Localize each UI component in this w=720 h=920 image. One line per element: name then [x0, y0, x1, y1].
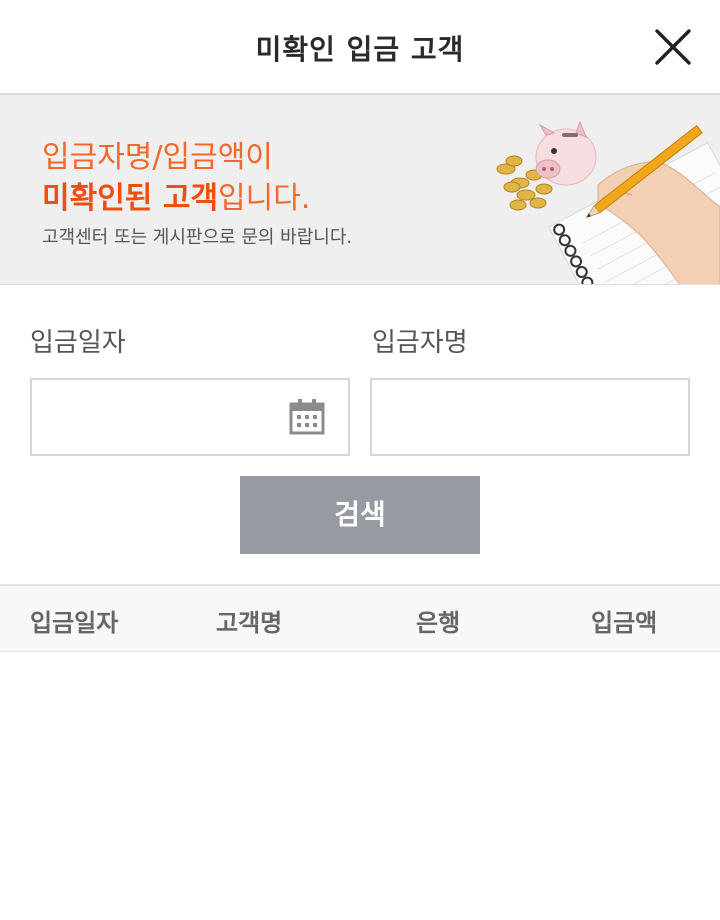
column-header-deposit-date: 입금일자 — [30, 609, 119, 637]
banner-line-1: 입금자명/입금액이 — [42, 140, 273, 175]
depositor-name-field[interactable] — [370, 378, 690, 456]
info-banner: 입금자명/입금액이 미확인된 고객입니다. 고객센터 또는 게시판으로 문의 바… — [0, 95, 720, 285]
banner-line-2: 미확인된 고객입니다. — [42, 173, 310, 217]
header: 미확인 입금 고객 — [0, 0, 720, 95]
deposit-date-field[interactable] — [30, 378, 350, 456]
piggy-bank-illustration — [496, 120, 720, 284]
column-header-bank: 은행 — [416, 609, 461, 637]
column-header-amount: 입금액 — [591, 609, 658, 637]
close-button[interactable] — [650, 26, 696, 70]
column-header-customer-name: 고객명 — [216, 609, 283, 637]
search-button[interactable]: 검색 — [240, 476, 480, 554]
banner-line-2-rest: 입니다. — [218, 181, 311, 216]
page-title: 미확인 입금 고객 — [255, 33, 465, 66]
depositor-name-label: 입금자명 — [372, 328, 468, 358]
close-icon — [655, 29, 691, 65]
table-header: 입금일자 고객명 은행 입금액 — [0, 584, 720, 652]
banner-line-3: 고객센터 또는 게시판으로 문의 바랍니다. — [42, 227, 353, 248]
banner-highlight: 미확인된 고객 — [42, 181, 219, 216]
calendar-icon[interactable] — [288, 398, 326, 436]
deposit-date-label: 입금일자 — [30, 328, 126, 358]
depositor-name-input[interactable] — [372, 380, 688, 454]
